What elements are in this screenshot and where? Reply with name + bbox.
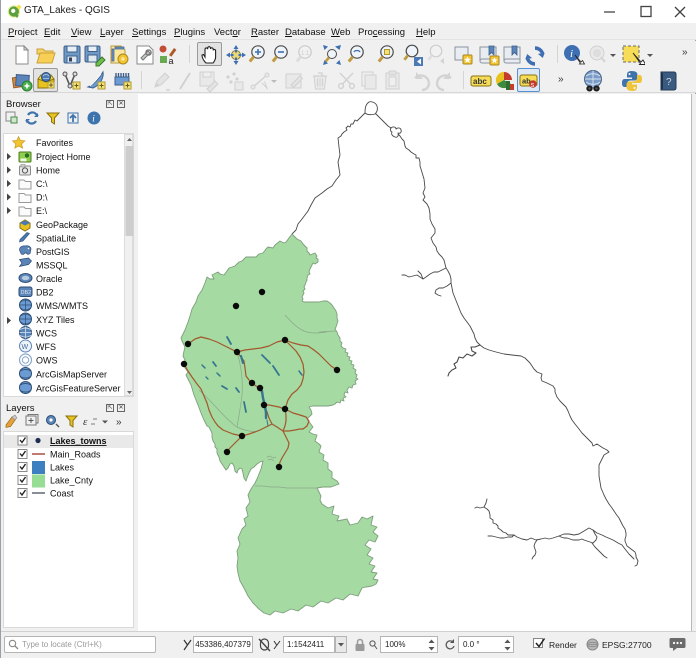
- svg-text:SpatiaLite: SpatiaLite: [36, 234, 76, 244]
- svg-text:PostGIS: PostGIS: [36, 247, 70, 257]
- svg-text:s: s: [531, 82, 535, 89]
- svg-text:MSSQL: MSSQL: [36, 261, 68, 271]
- svg-text:WMS/WMTS: WMS/WMTS: [36, 301, 88, 311]
- svg-text:WFS: WFS: [36, 342, 56, 352]
- svg-text:Oracle: Oracle: [36, 274, 63, 284]
- svg-text:XYZ Tiles: XYZ Tiles: [36, 315, 75, 325]
- svg-text:E:\: E:\: [36, 206, 48, 216]
- svg-text:WCS: WCS: [36, 329, 57, 339]
- svg-text:GeoPackage: GeoPackage: [36, 220, 88, 230]
- svg-text:a: a: [169, 56, 174, 66]
- svg-text:Lake_Cnty: Lake_Cnty: [50, 476, 94, 486]
- svg-text:C:\: C:\: [36, 179, 48, 189]
- svg-text:Main_Roads: Main_Roads: [50, 450, 101, 460]
- svg-text:ArcGisFeatureServer: ArcGisFeatureServer: [36, 384, 121, 394]
- svg-text:DB2: DB2: [21, 290, 32, 296]
- svg-text:ArcGisMapServer: ArcGisMapServer: [36, 370, 107, 380]
- svg-text:Coast: Coast: [50, 489, 74, 499]
- svg-text:?: ?: [666, 77, 672, 88]
- svg-text:ε: ε: [83, 416, 88, 428]
- svg-text:OWS: OWS: [36, 356, 58, 366]
- svg-text:1:1: 1:1: [301, 51, 310, 57]
- svg-text:DB2: DB2: [36, 288, 54, 298]
- svg-text:Lakes_towns: Lakes_towns: [50, 436, 107, 446]
- svg-text:Favorites: Favorites: [36, 138, 74, 148]
- svg-text:»: »: [116, 417, 122, 428]
- svg-text:Project Home: Project Home: [36, 152, 91, 162]
- svg-text:abc: abc: [473, 77, 487, 86]
- svg-text:i: i: [570, 48, 573, 60]
- svg-text:D:\: D:\: [36, 193, 48, 203]
- svg-text:W: W: [22, 344, 29, 351]
- svg-text:Lakes: Lakes: [50, 463, 75, 473]
- svg-text:Home: Home: [36, 166, 60, 176]
